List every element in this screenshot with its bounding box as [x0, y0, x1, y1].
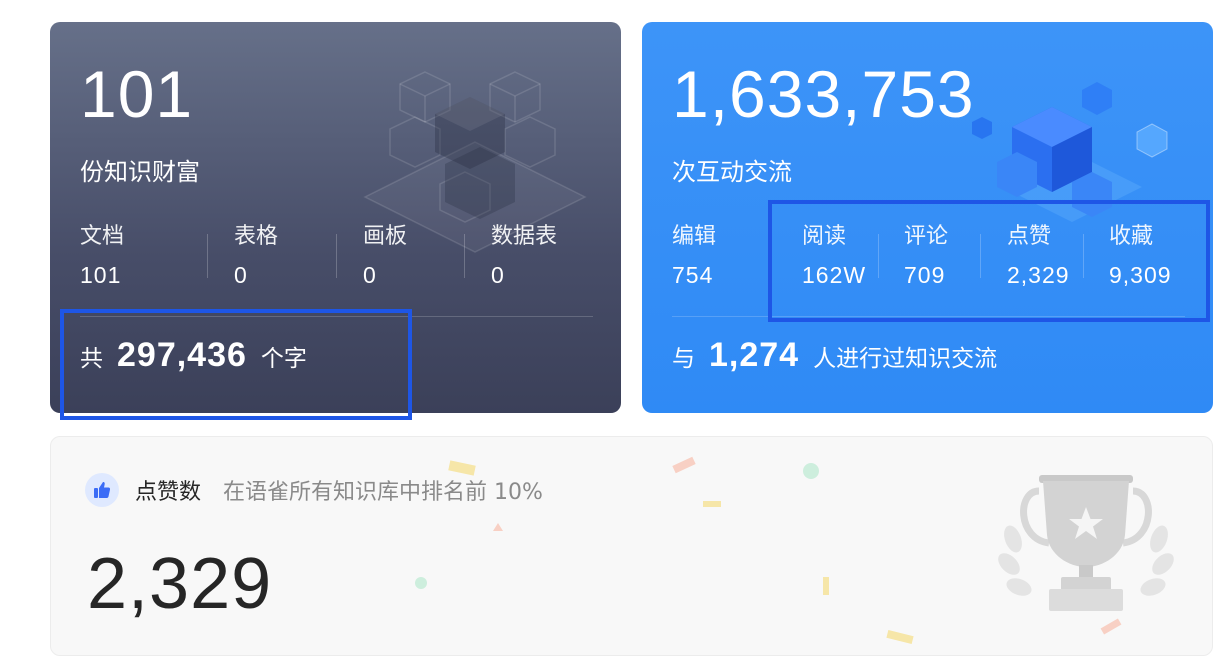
stat-label: 表格 [234, 224, 279, 249]
stat-label: 画板 [363, 224, 408, 249]
confetti [672, 456, 696, 474]
confetti [703, 501, 721, 507]
stat-value: 0 [234, 262, 248, 288]
people-count-suffix: 人进行过知识交流 [813, 346, 998, 372]
knowledge-subtitle: 份知识财富 [80, 158, 200, 186]
divider [207, 234, 208, 278]
thumbs-up-icon [85, 473, 119, 507]
highlight-box-stats [768, 200, 1210, 322]
likes-card: 点赞数 在语雀所有知识库中排名前 10% 2,329 [50, 436, 1213, 656]
interaction-total: 1,633,753 [672, 57, 975, 131]
confetti [493, 523, 503, 531]
divider [336, 234, 337, 278]
knowledge-total: 101 [80, 57, 194, 131]
divider [464, 234, 465, 278]
stat-value: 0 [363, 262, 377, 288]
confetti [415, 577, 427, 589]
highlight-box-word-count [60, 309, 412, 420]
confetti [886, 629, 914, 645]
confetti [803, 463, 819, 479]
stat-value: 0 [491, 262, 505, 288]
likes-rank-text: 在语雀所有知识库中排名前 10% [223, 480, 543, 505]
stat-label: 数据表 [491, 224, 558, 249]
people-count-prefix: 与 [672, 346, 695, 372]
stat-boards[interactable]: 画板 0 [363, 222, 407, 290]
stat-label: 文档 [80, 224, 125, 249]
stat-datatables[interactable]: 数据表 0 [491, 222, 557, 290]
trophy-icon [998, 475, 1174, 611]
people-count-value: 1,274 [709, 336, 800, 374]
confetti [823, 577, 829, 595]
stat-value: 101 [80, 262, 122, 288]
likes-count: 2,329 [87, 544, 273, 624]
stat-docs[interactable]: 文档 101 [80, 222, 124, 290]
stat-label: 编辑 [672, 224, 717, 249]
likes-title: 点赞数 [135, 480, 202, 505]
interaction-subtitle: 次互动交流 [672, 158, 792, 186]
likes-header: 点赞数 在语雀所有知识库中排名前 10% [85, 473, 543, 507]
stat-sheets[interactable]: 表格 0 [234, 222, 278, 290]
people-count-line: 与 1,274 人进行过知识交流 [672, 336, 997, 384]
stat-value: 754 [672, 262, 714, 288]
stat-edits[interactable]: 编辑 754 [672, 222, 716, 290]
